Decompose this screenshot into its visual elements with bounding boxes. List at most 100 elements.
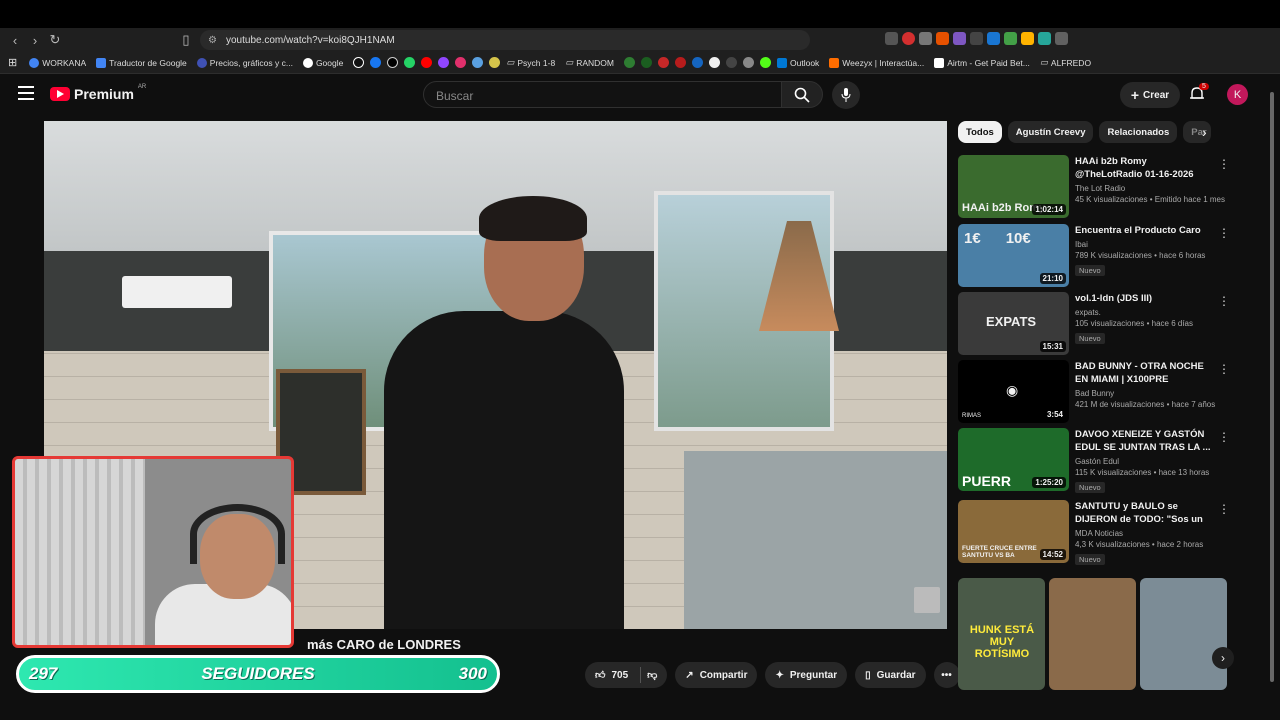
search-button[interactable] xyxy=(781,81,823,108)
save-button[interactable]: ▯ Guardar xyxy=(855,662,926,688)
rec-channel[interactable]: The Lot Radio xyxy=(1075,184,1215,193)
chip-related[interactable]: Relacionados xyxy=(1099,121,1178,143)
video-thumbnail[interactable]: FUERTE CRUCE ENTRE SANTUTU VS BA 14:52 xyxy=(958,500,1069,563)
recommendation-item[interactable]: FUERTE CRUCE ENTRE SANTUTU VS BA 14:52 SA… xyxy=(958,500,1230,565)
short-card[interactable] xyxy=(1049,578,1136,690)
rec-title[interactable]: DAVOO XENEIZE Y GASTÓN EDUL SE JUNTAN TR… xyxy=(1075,428,1215,454)
chip-more[interactable]: Par xyxy=(1183,121,1212,143)
bookmark-icon-b[interactable] xyxy=(489,57,501,68)
recommendation-item[interactable]: 1€ 10€ 21:10 Encuentra el Producto Caro Ib… xyxy=(958,224,1230,288)
avatar[interactable]: K xyxy=(1227,84,1248,105)
notifications-button[interactable]: 5 xyxy=(1190,83,1209,107)
extension-icon[interactable] xyxy=(1021,32,1034,45)
rec-channel[interactable]: Ibai xyxy=(1075,240,1215,249)
apps-icon[interactable]: ⊞ xyxy=(8,56,17,69)
chip-all[interactable]: Todos xyxy=(958,121,1002,143)
forward-icon[interactable]: › xyxy=(25,30,45,50)
back-icon[interactable]: ‹ xyxy=(5,30,25,50)
extension-icon[interactable] xyxy=(902,32,915,45)
bookmark-workana[interactable]: WORKANA xyxy=(29,57,86,68)
more-actions-button[interactable]: ••• xyxy=(933,662,960,688)
more-vert-icon[interactable]: ⋮ xyxy=(1218,502,1230,516)
video-thumbnail[interactable]: HAAi b2b Romy 1:02:14 xyxy=(958,155,1069,218)
bookmark-airtm[interactable]: Airtm - Get Paid Bet... xyxy=(934,57,1030,68)
chevron-right-icon[interactable]: › xyxy=(1202,124,1207,140)
bookmark-icon[interactable]: ▯ xyxy=(176,30,196,50)
folder-random[interactable]: ▭ RANDOM xyxy=(565,57,614,68)
rec-channel[interactable]: Bad Bunny xyxy=(1075,389,1215,398)
whatsapp-icon[interactable] xyxy=(404,57,416,68)
channel-watermark[interactable] xyxy=(914,587,940,613)
voice-search-button[interactable] xyxy=(832,81,860,109)
rec-title[interactable]: Encuentra el Producto Caro xyxy=(1075,224,1215,237)
thumbs-down-icon[interactable]: 👎︎ xyxy=(647,669,657,681)
puzzle-icon[interactable] xyxy=(1055,32,1068,45)
short-card[interactable]: HUNK ESTÁ MUY ROTÍSIMO xyxy=(958,578,1045,690)
more-vert-icon[interactable]: ⋮ xyxy=(1218,430,1230,444)
extension-icon[interactable] xyxy=(1004,32,1017,45)
bookmark-icon-h[interactable] xyxy=(709,57,720,68)
extension-icon[interactable] xyxy=(1038,32,1051,45)
rec-channel[interactable]: Gastón Edul xyxy=(1075,457,1215,466)
extension-icon[interactable] xyxy=(936,32,949,45)
tiktok-icon[interactable] xyxy=(353,57,365,68)
search-input[interactable]: Buscar xyxy=(423,81,782,108)
x-icon[interactable] xyxy=(387,57,399,68)
video-thumbnail[interactable]: ◉ RIMAS 3:54 xyxy=(958,360,1069,423)
recommendation-item[interactable]: PUERR 1:25:20 DAVOO XENEIZE Y GASTÓN EDUL… xyxy=(958,428,1230,493)
folder-psych[interactable]: ▭ Psych 1-8 xyxy=(506,57,555,68)
ask-button[interactable]: ✦ Preguntar xyxy=(765,662,848,688)
bookmark-icon-e[interactable] xyxy=(658,57,669,68)
site-info-icon[interactable]: ⚙ xyxy=(208,35,217,46)
share-button[interactable]: ↗ Compartir xyxy=(675,662,758,688)
video-thumbnail[interactable]: EXPATS 15:31 xyxy=(958,292,1069,355)
reload-icon[interactable]: ↻ xyxy=(45,30,65,50)
bookmark-icon-i[interactable] xyxy=(726,57,737,68)
bookmark-google[interactable]: Google xyxy=(302,57,343,68)
rec-title[interactable]: vol.1-ldn (JDS III) xyxy=(1075,292,1215,305)
bookmark-icon-a[interactable] xyxy=(472,57,484,68)
bookmark-prices[interactable]: Precios, gráficos y c... xyxy=(196,57,293,68)
scrollbar[interactable] xyxy=(1270,88,1276,688)
bookmark-icon-d[interactable] xyxy=(641,57,652,68)
rec-channel[interactable]: expats. xyxy=(1075,308,1215,317)
instagram-icon[interactable] xyxy=(455,57,467,68)
rec-title[interactable]: SANTUTU y BAULO se DIJERON de TODO: "Sos… xyxy=(1075,500,1215,526)
bookmark-icon-g[interactable] xyxy=(692,57,703,68)
recommendation-item[interactable]: HAAi b2b Romy 1:02:14 HAAi b2b Romy @TheL… xyxy=(958,155,1230,219)
create-button[interactable]: + Crear xyxy=(1120,82,1180,108)
rec-channel[interactable]: MDA Noticias xyxy=(1075,529,1215,538)
twitch-icon[interactable] xyxy=(438,57,450,68)
rec-title[interactable]: BAD BUNNY - OTRA NOCHE EN MIAMI | X100PR… xyxy=(1075,360,1215,386)
menu-icon[interactable] xyxy=(18,86,34,100)
bookmark-weezyx[interactable]: Weezyx | Interactúa... xyxy=(829,57,924,68)
more-vert-icon[interactable]: ⋮ xyxy=(1218,294,1230,308)
url-field[interactable]: ⚙ youtube.com/watch?v=koi8QJH1NAM xyxy=(200,30,810,50)
extension-icon[interactable] xyxy=(885,32,898,45)
youtube-logo[interactable]: Premium AR xyxy=(50,84,146,102)
kick-icon[interactable] xyxy=(760,57,771,68)
video-thumbnail[interactable]: 1€ 10€ 21:10 xyxy=(958,224,1069,287)
extension-icon[interactable] xyxy=(953,32,966,45)
chevron-right-icon[interactable]: › xyxy=(1212,647,1234,669)
recommendation-item[interactable]: ◉ RIMAS 3:54 BAD BUNNY - OTRA NOCHE EN MIA… xyxy=(958,360,1230,424)
bookmark-icon-f[interactable] xyxy=(675,57,686,68)
youtube-icon[interactable] xyxy=(421,57,433,68)
more-vert-icon[interactable]: ⋮ xyxy=(1218,226,1230,240)
more-vert-icon[interactable]: ⋮ xyxy=(1218,157,1230,171)
chip-creevy[interactable]: Agustín Creevy xyxy=(1007,121,1094,143)
more-vert-icon[interactable]: ⋮ xyxy=(1218,362,1230,376)
short-card[interactable] xyxy=(1140,578,1227,690)
rec-title[interactable]: HAAi b2b Romy @TheLotRadio 01-16-2026 xyxy=(1075,155,1215,181)
extension-icon[interactable] xyxy=(987,32,1000,45)
folder-alfredo[interactable]: ▭ ALFREDO xyxy=(1040,57,1091,68)
bookmark-icon-c[interactable] xyxy=(624,57,635,68)
bookmark-icon-j[interactable] xyxy=(743,57,754,68)
bookmark-translate[interactable]: Traductor de Google xyxy=(96,57,187,68)
extension-icon[interactable] xyxy=(919,32,932,45)
extension-icon[interactable] xyxy=(970,32,983,45)
facebook-icon[interactable] xyxy=(370,57,382,68)
video-thumbnail[interactable]: PUERR 1:25:20 xyxy=(958,428,1069,491)
recommendation-item[interactable]: EXPATS 15:31 vol.1-ldn (JDS III) expats. 10… xyxy=(958,292,1230,356)
bookmark-outlook[interactable]: Outlook xyxy=(777,57,819,68)
